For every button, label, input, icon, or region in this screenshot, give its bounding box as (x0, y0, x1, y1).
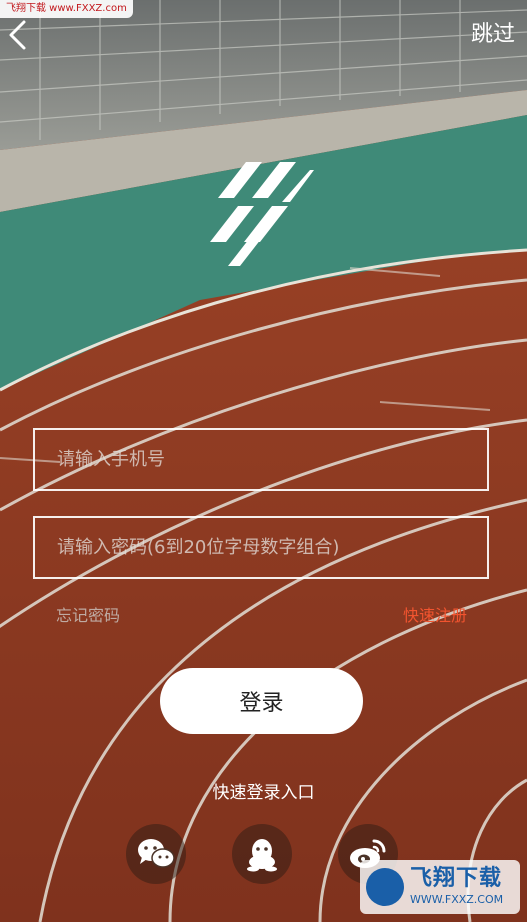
watermark-bottom: 飞翔下载 WWW.FXXZ.COM (360, 860, 520, 914)
login-button[interactable]: 登录 (160, 668, 363, 734)
wechat-login-button[interactable] (126, 824, 186, 884)
chevron-left-icon (9, 20, 26, 50)
phone-field[interactable] (33, 428, 489, 491)
qq-login-button[interactable] (232, 824, 292, 884)
forgot-password-link[interactable]: 忘记密码 (56, 604, 120, 628)
password-field[interactable] (33, 516, 489, 579)
watermark-top: 飞翔下载 www.FXXZ.com (0, 0, 133, 18)
app-logo-icon (210, 162, 314, 266)
phone-input[interactable] (35, 430, 487, 489)
back-button[interactable] (2, 18, 42, 54)
quick-login-title: 快速登录入口 (212, 783, 315, 803)
qq-icon (247, 839, 277, 872)
password-input[interactable] (35, 518, 487, 577)
login-screen: 飞翔下载 www.FXXZ.com 跳过 忘记密码 快速注册 登录 快速登录入口 (0, 0, 527, 922)
watermark-url: WWW.FXXZ.COM (410, 893, 504, 906)
skip-button[interactable]: 跳过 (471, 20, 515, 50)
quick-register-link[interactable]: 快速注册 (403, 604, 467, 628)
watermark-brand: 飞翔下载 (410, 866, 503, 891)
watermark-logo-icon (366, 868, 404, 906)
wechat-icon (138, 839, 175, 868)
